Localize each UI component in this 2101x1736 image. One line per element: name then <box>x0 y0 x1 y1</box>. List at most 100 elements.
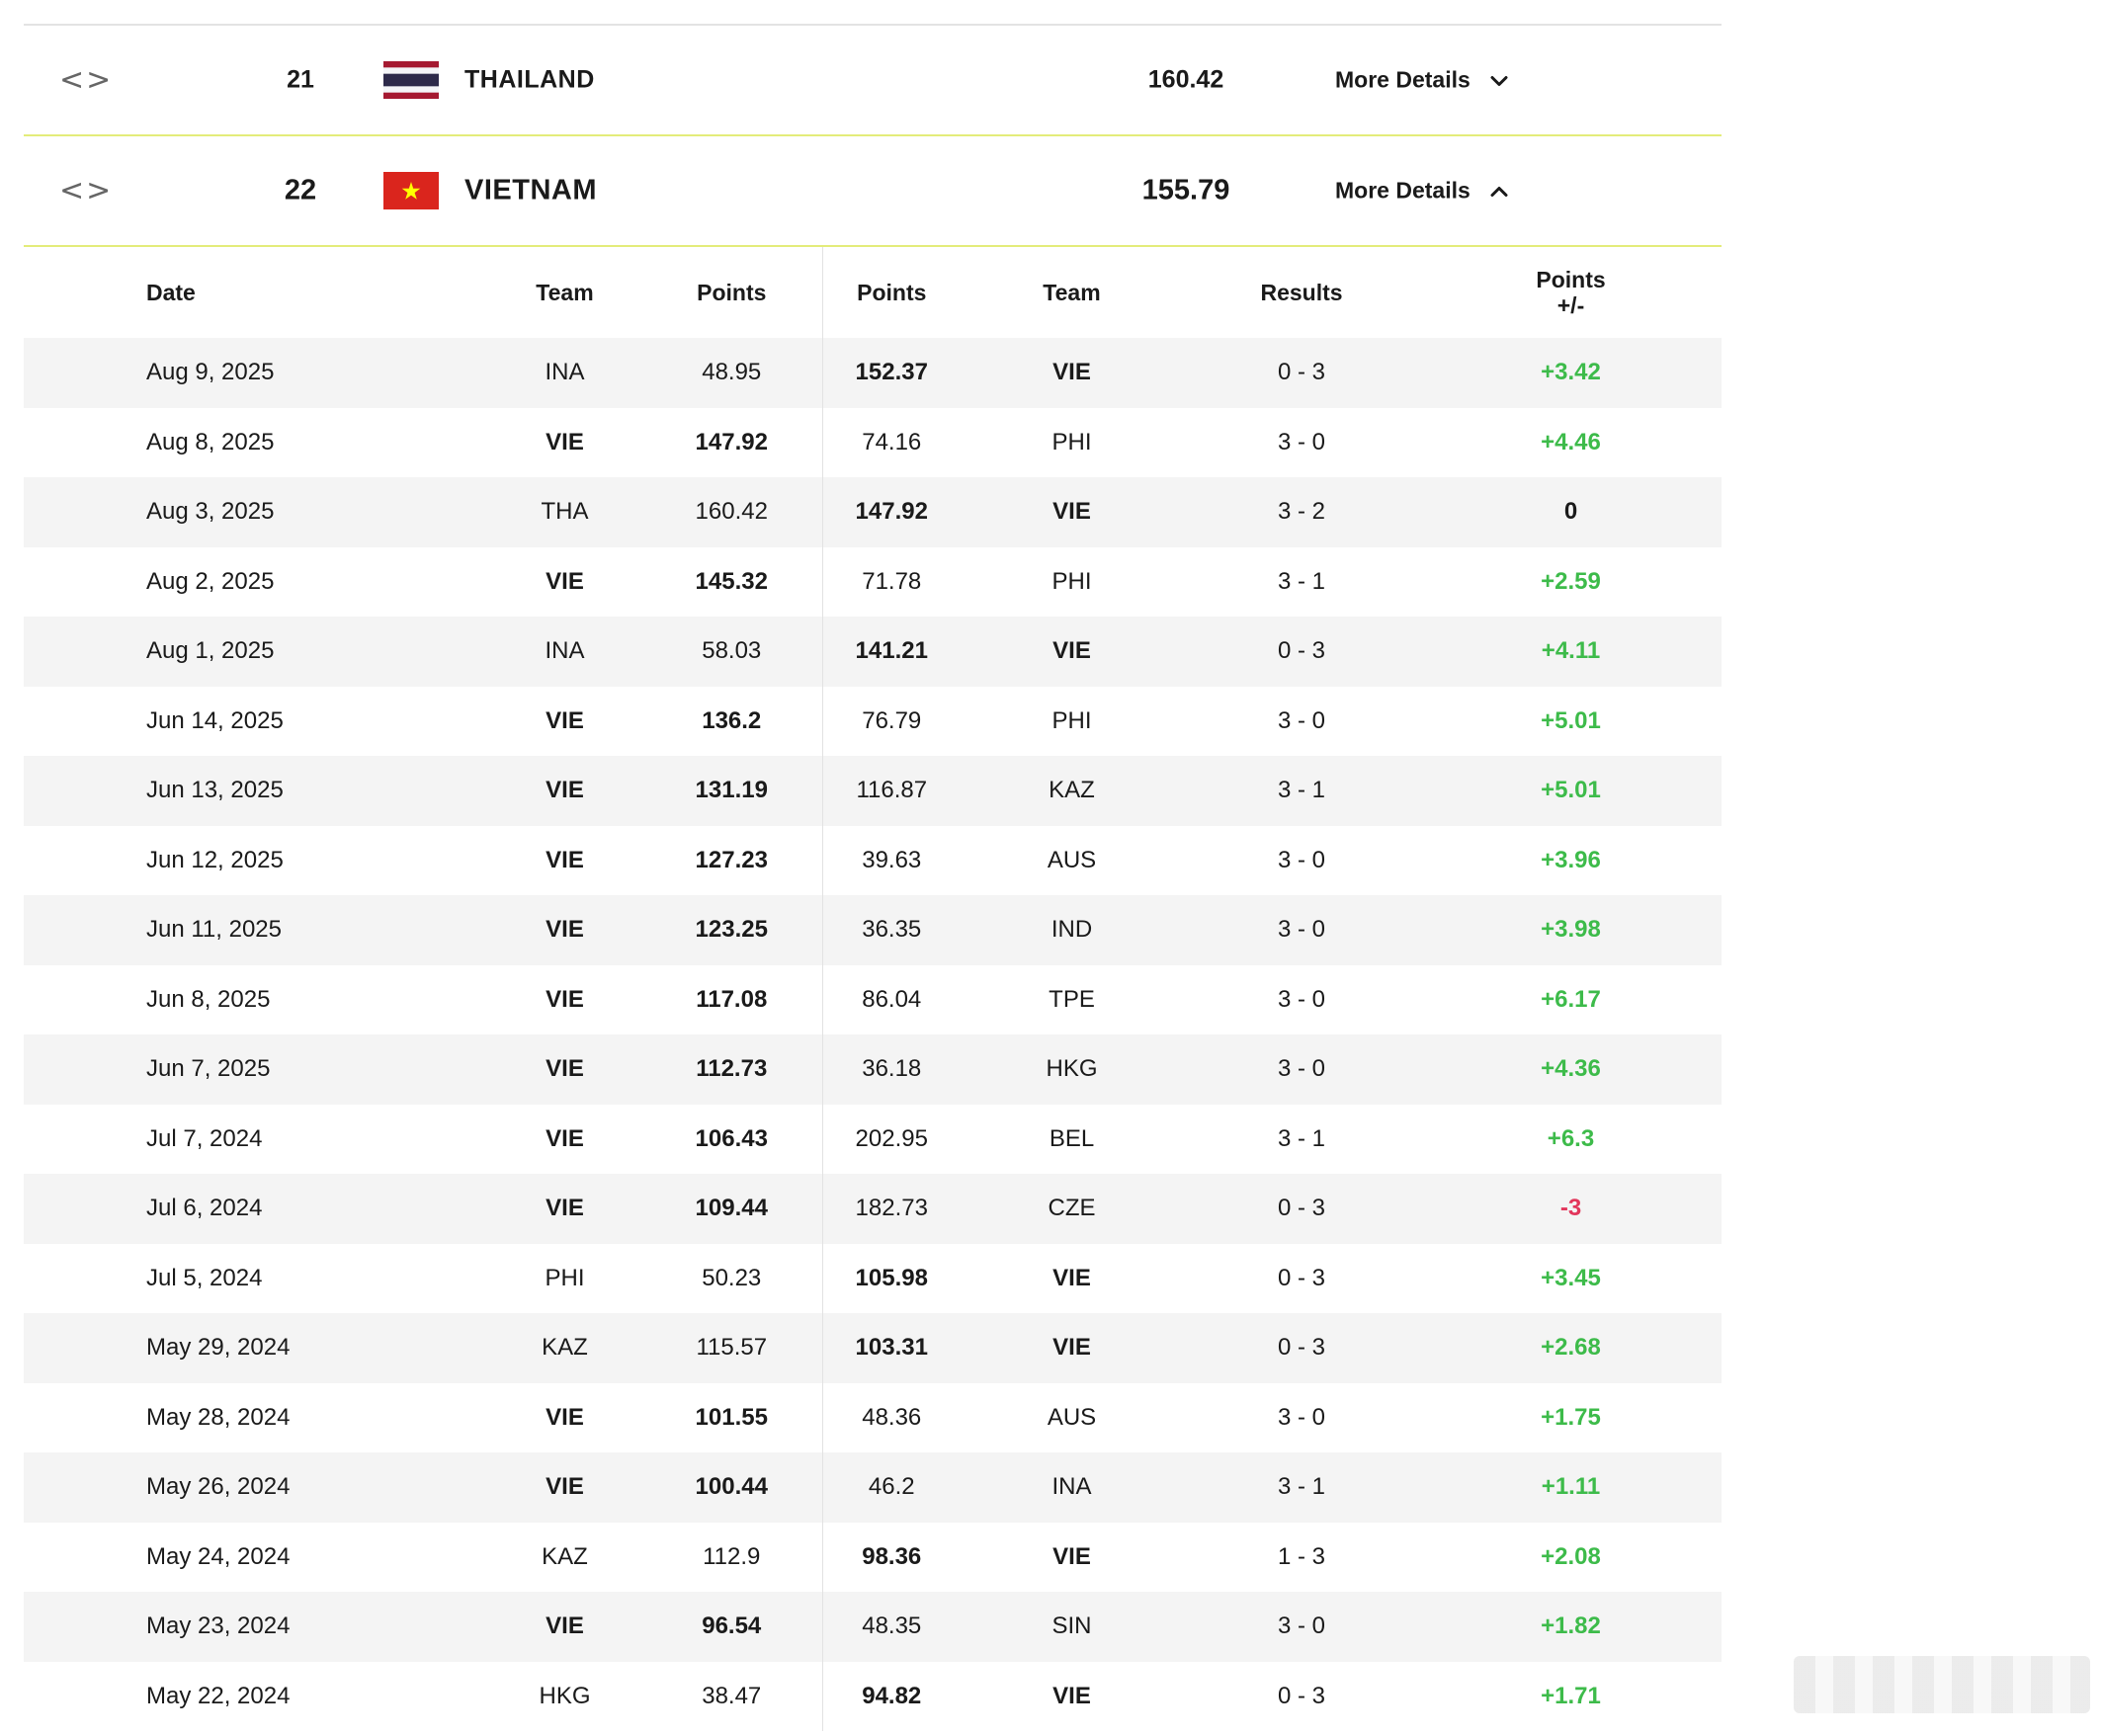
cell-team: VIE <box>488 1452 641 1523</box>
table-row: Jun 13, 2025 VIE 131.19 116.87 KAZ 3 - 1 +5.01 <box>24 756 1722 826</box>
cell-points: 48.35 <box>822 1592 961 1662</box>
cell-date: Jun 13, 2025 <box>24 756 488 826</box>
table-row: May 29, 2024 KAZ 115.57 103.31 VIE 0 - 3 +2.68 <box>24 1313 1722 1383</box>
cell-result: 3 - 1 <box>1277 1124 1326 1152</box>
chevron-down-icon <box>1490 75 1508 86</box>
cell-team: PHI <box>1051 567 1092 595</box>
more-details-button[interactable]: More Details <box>1335 67 1510 94</box>
table-row: Aug 3, 2025 THA 160.42 147.92 VIE 3 - 20 <box>24 477 1722 547</box>
cell-points-change: +6.17 <box>1541 985 1601 1013</box>
cell-result: 3 - 0 <box>1183 1034 1420 1105</box>
cell-points: 101.55 <box>641 1382 823 1452</box>
expand-code-icon[interactable]: <> <box>59 174 113 208</box>
scrollbar[interactable] <box>1794 1656 2090 1713</box>
cell-points: 94.82 <box>862 1682 922 1709</box>
cell-team: VIE <box>961 1313 1183 1383</box>
cell-points: 103.31 <box>822 1313 961 1383</box>
cell-points-change: +4.36 <box>1420 1034 1722 1105</box>
cell-date: May 23, 2024 <box>24 1592 488 1662</box>
cell-date: May 29, 2024 <box>24 1313 488 1383</box>
cell-points-change: +1.82 <box>1420 1592 1722 1662</box>
cell-points: 38.47 <box>641 1661 823 1731</box>
cell-points: 112.73 <box>641 1034 823 1105</box>
table-row: May 24, 2024 KAZ 112.9 98.36 VIE 1 - 3 +2.08 <box>24 1522 1722 1592</box>
cell-result: 3 - 1 <box>1183 1452 1420 1523</box>
cell-points-change: -3 <box>1420 1174 1722 1244</box>
cell-points: 131.19 <box>641 756 823 826</box>
header-team: Team <box>1043 280 1101 305</box>
cell-team: AUS <box>1047 1403 1097 1431</box>
table-row: Jun 7, 2025 VIE 112.73 36.18 HKG 3 - 0 +4.36 <box>24 1034 1722 1105</box>
table-row: Jul 5, 2024 PHI 50.23 105.98 VIE 0 - 3 +3.45 <box>24 1243 1722 1313</box>
cell-points: 76.79 <box>862 706 922 734</box>
cell-points: 123.25 <box>641 895 823 965</box>
table-row: Jun 14, 2025 VIE 136.2 76.79 PHI 3 - 0 +5.01 <box>24 686 1722 756</box>
cell-date: Jul 5, 2024 <box>146 1264 263 1291</box>
more-details-label: More Details <box>1335 177 1471 204</box>
rank-number: 22 <box>284 174 317 207</box>
cell-team: KAZ <box>961 756 1183 826</box>
cell-date: Aug 9, 2025 <box>24 338 488 408</box>
cell-date: Jun 8, 2025 <box>146 985 271 1013</box>
cell-date: Jul 6, 2024 <box>24 1174 488 1244</box>
cell-team: VIE <box>546 846 584 873</box>
cell-team: VIE <box>488 1592 641 1662</box>
cell-result: 3 - 1 <box>1277 567 1326 595</box>
cell-team: VIE <box>488 1034 641 1105</box>
chevron-up-icon <box>1490 186 1508 197</box>
cell-points: 58.03 <box>641 617 823 687</box>
expand-code-icon[interactable]: <> <box>59 63 113 98</box>
cell-points-change: +1.71 <box>1541 1682 1601 1709</box>
ranking-row-thailand[interactable]: <> 21 THAILAND 160.42 More Details <box>24 26 1722 136</box>
cell-points: 98.36 <box>862 1542 922 1570</box>
cell-points-change: +2.59 <box>1541 567 1601 595</box>
cell-team: PHI <box>1051 706 1092 734</box>
cell-points-change: +1.75 <box>1541 1403 1601 1431</box>
cell-team: VIE <box>546 428 584 455</box>
cell-date: May 24, 2024 <box>146 1542 291 1570</box>
cell-team: INA <box>961 1452 1183 1523</box>
top-divider <box>24 0 1722 26</box>
rank-number: 21 <box>287 65 314 94</box>
cell-team: INA <box>488 338 641 408</box>
table-row: Jun 12, 2025 VIE 127.23 39.63 AUS 3 - 0 +3.96 <box>24 825 1722 895</box>
team-points: 160.42 <box>1147 65 1224 94</box>
cell-points: 86.04 <box>862 985 922 1013</box>
vietnam-flag-icon <box>383 172 439 209</box>
rankings-list: <> 21 THAILAND 160.42 More Details <> 22 <box>24 0 1722 1731</box>
cell-team: VIE <box>546 1403 584 1431</box>
cell-team: VIE <box>961 477 1183 547</box>
table-row: Aug 1, 2025 INA 58.03 141.21 VIE 0 - 3 +4.11 <box>24 617 1722 687</box>
cell-points: 136.2 <box>641 686 823 756</box>
cell-points: 116.87 <box>822 756 961 826</box>
cell-points-change: +3.96 <box>1541 846 1601 873</box>
team-name: THAILAND <box>464 65 595 94</box>
cell-result: 0 - 3 <box>1183 1313 1420 1383</box>
cell-date: May 28, 2024 <box>146 1403 291 1431</box>
cell-date: Jun 12, 2025 <box>146 846 284 873</box>
header-points-change-line1: Points <box>1536 267 1606 292</box>
table-row: Aug 8, 2025 VIE 147.92 74.16 PHI 3 - 0 +4.46 <box>24 407 1722 477</box>
table-row: Aug 2, 2025 VIE 145.32 71.78 PHI 3 - 1 +2.59 <box>24 546 1722 617</box>
cell-date: Jun 7, 2025 <box>24 1034 488 1105</box>
cell-points-change: +2.68 <box>1420 1313 1722 1383</box>
cell-result: 3 - 0 <box>1277 846 1326 873</box>
cell-points: 141.21 <box>822 617 961 687</box>
cell-points: 36.18 <box>822 1034 961 1105</box>
more-details-button[interactable]: More Details <box>1335 178 1510 205</box>
cell-points-change: +6.3 <box>1547 1124 1595 1152</box>
cell-points: 145.32 <box>641 546 823 617</box>
table-row: May 22, 2024 HKG 38.47 94.82 VIE 0 - 3 +1.71 <box>24 1661 1722 1731</box>
cell-team: TPE <box>1049 985 1095 1013</box>
cell-team: VIE <box>488 895 641 965</box>
cell-team: THA <box>488 477 641 547</box>
ranking-row-vietnam[interactable]: <> 22 VIETNAM 155.79 More Details <box>24 136 1722 247</box>
cell-team: VIE <box>1052 1264 1091 1291</box>
cell-points: 105.98 <box>855 1264 928 1291</box>
table-row: Jun 11, 2025 VIE 123.25 36.35 IND 3 - 0 +3.98 <box>24 895 1722 965</box>
cell-points: 147.92 <box>822 477 961 547</box>
more-details-label: More Details <box>1335 66 1471 93</box>
cell-points-change: +2.08 <box>1541 1542 1601 1570</box>
cell-points: 71.78 <box>862 567 922 595</box>
cell-date: Aug 2, 2025 <box>146 567 275 595</box>
